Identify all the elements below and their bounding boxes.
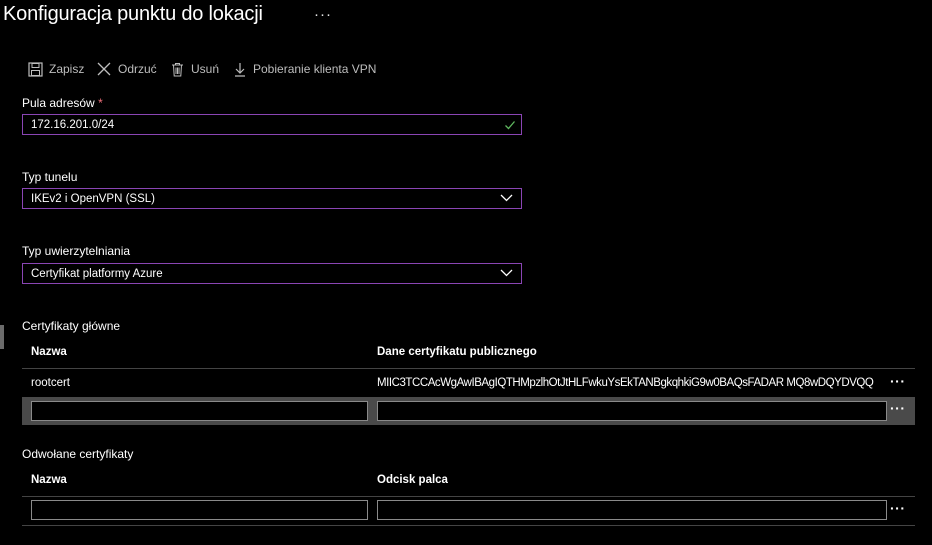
new-revoked-name-input[interactable] — [31, 500, 368, 520]
new-revoked-thumbprint-input[interactable] — [377, 500, 887, 520]
save-button[interactable]: Zapisz — [28, 58, 84, 80]
address-pool-label-text: Pula adresów — [22, 96, 95, 110]
column-header-cert-data: Dane certyfikatu publicznego — [377, 346, 537, 358]
auth-type-value: Certyfikat platformy Azure — [31, 267, 163, 280]
save-icon — [28, 61, 43, 77]
column-header-name: Nazwa — [31, 474, 67, 486]
save-label: Zapisz — [49, 62, 85, 76]
trash-icon — [172, 62, 183, 76]
close-icon — [97, 62, 111, 76]
new-revoked-more-button[interactable]: ··· — [890, 500, 906, 516]
address-pool-label: Pula adresów * — [22, 96, 103, 110]
revoked-certs-label: Odwołane certyfikaty — [22, 447, 134, 461]
root-cert-name: rootcert — [31, 377, 70, 389]
new-root-cert-name-input[interactable] — [31, 401, 368, 421]
column-header-thumbprint: Odcisk palca — [377, 474, 448, 486]
auth-type-label: Typ uwierzytelniania — [22, 244, 131, 258]
tunnel-type-value: IKEv2 i OpenVPN (SSL) — [31, 192, 155, 205]
new-root-cert-data-input[interactable] — [377, 401, 887, 421]
checkmark-icon — [505, 121, 515, 130]
new-root-cert-more-button[interactable]: ··· — [890, 400, 906, 416]
root-certs-label: Certyfikaty główne — [22, 319, 121, 333]
scroll-indicator[interactable] — [0, 325, 4, 349]
root-cert-more-button[interactable]: ··· — [890, 373, 906, 389]
tunnel-type-select[interactable]: IKEv2 i OpenVPN (SSL) — [22, 188, 522, 209]
column-header-name: Nazwa — [31, 346, 67, 358]
chevron-down-icon — [500, 269, 513, 277]
discard-button[interactable]: Odrzuć — [96, 58, 157, 80]
address-pool-input[interactable]: 172.16.201.0/24 — [22, 114, 522, 135]
divider — [22, 525, 915, 526]
discard-label: Odrzuć — [118, 62, 157, 76]
auth-type-select[interactable]: Certyfikat platformy Azure — [22, 263, 522, 284]
required-marker: * — [98, 96, 103, 110]
divider — [22, 368, 915, 369]
download-label: Pobieranie klienta VPN — [253, 62, 377, 76]
chevron-down-icon — [500, 194, 513, 202]
root-cert-data: MIIC3TCCAcWgAwIBAgIQTHMpzlhOtJtHLFwkuYsE… — [377, 377, 874, 389]
download-vpn-client-button[interactable]: Pobieranie klienta VPN — [233, 58, 376, 80]
address-pool-value: 172.16.201.0/24 — [31, 118, 115, 131]
delete-label: Usuń — [191, 62, 220, 76]
tunnel-type-label: Typ tunelu — [22, 170, 78, 184]
delete-button[interactable]: Usuń — [170, 58, 219, 80]
divider — [22, 496, 915, 497]
download-icon — [235, 62, 245, 77]
title-more-button[interactable]: ··· — [314, 6, 332, 23]
page-title: Konfiguracja punktu do lokacji — [3, 3, 263, 25]
